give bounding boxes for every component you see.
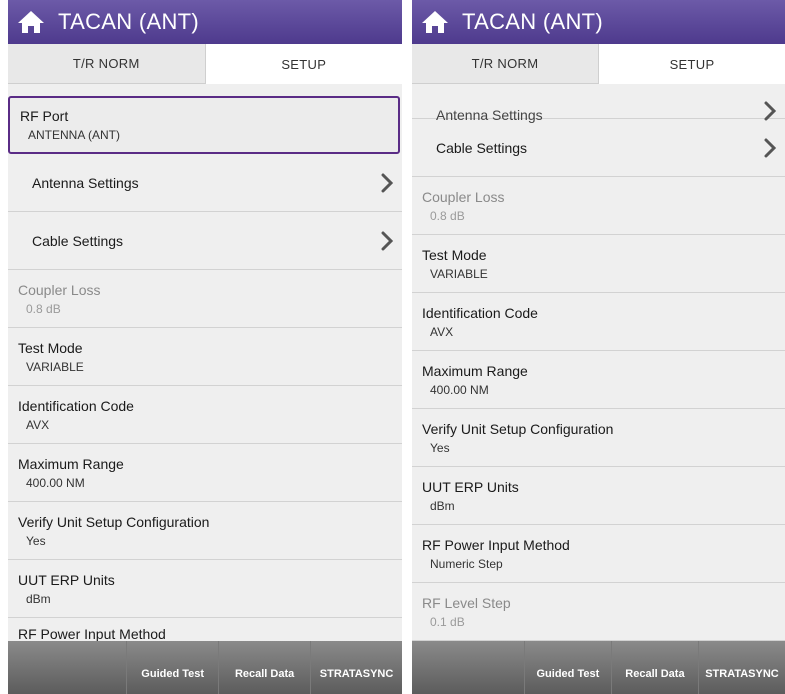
- rf-power-input-method-label: RF Power Input Method: [422, 536, 570, 553]
- test-mode-row[interactable]: Test Mode VARIABLE: [412, 235, 785, 293]
- bottom-bar-spacer: [8, 641, 128, 694]
- tab-bar: T/R NORM SETUP: [8, 44, 402, 84]
- uut-erp-units-row[interactable]: UUT ERP Units dBm: [412, 467, 785, 525]
- antenna-settings-row[interactable]: Antenna Settings: [412, 92, 785, 123]
- home-icon[interactable]: [420, 7, 450, 37]
- test-mode-value: VARIABLE: [26, 359, 84, 374]
- cable-settings-label: Cable Settings: [32, 232, 124, 249]
- maximum-range-label: Maximum Range: [18, 455, 124, 472]
- cable-settings-row[interactable]: Cable Settings: [8, 212, 402, 270]
- test-mode-label: Test Mode: [422, 246, 487, 263]
- tab-setup[interactable]: SETUP: [599, 44, 785, 84]
- maximum-range-value: 400.00 NM: [26, 475, 85, 490]
- tab-bar: T/R NORM SETUP: [412, 44, 785, 84]
- coupler-loss-value: 0.8 dB: [430, 208, 465, 223]
- antenna-settings-row[interactable]: Antenna Settings: [8, 154, 402, 212]
- verify-unit-setup-value: Yes: [430, 440, 450, 455]
- verify-unit-setup-value: Yes: [26, 533, 46, 548]
- coupler-loss-row: Coupler Loss 0.8 dB: [8, 270, 402, 328]
- settings-list[interactable]: RF Port ANTENNA (ANT) Antenna Settings C…: [8, 96, 402, 641]
- rf-port-value: ANTENNA (ANT): [28, 128, 121, 142]
- maximum-range-row[interactable]: Maximum Range 400.00 NM: [8, 444, 402, 502]
- maximum-range-label: Maximum Range: [422, 362, 528, 379]
- rf-level-step-row: RF Level Step 0.1 dB: [412, 583, 785, 641]
- identification-code-label: Identification Code: [422, 304, 538, 321]
- uut-erp-units-row[interactable]: UUT ERP Units dBm: [8, 560, 402, 618]
- rf-power-input-method-label: RF Power Input Method: [18, 626, 166, 641]
- left-screen: TACAN (ANT) T/R NORM SETUP RF Port ANTEN…: [8, 0, 402, 694]
- verify-unit-setup-row[interactable]: Verify Unit Setup Configuration Yes: [412, 409, 785, 467]
- verify-unit-setup-label: Verify Unit Setup Configuration: [422, 420, 614, 437]
- title-bar: TACAN (ANT): [412, 0, 785, 44]
- guided-test-button[interactable]: Guided Test: [127, 641, 220, 694]
- coupler-loss-value: 0.8 dB: [26, 301, 61, 316]
- tab-tr-norm[interactable]: T/R NORM: [412, 44, 599, 84]
- maximum-range-row[interactable]: Maximum Range 400.00 NM: [412, 351, 785, 409]
- cable-settings-label: Cable Settings: [436, 139, 528, 156]
- coupler-loss-label: Coupler Loss: [18, 281, 101, 298]
- test-mode-row[interactable]: Test Mode VARIABLE: [8, 328, 402, 386]
- uut-erp-units-label: UUT ERP Units: [18, 571, 115, 588]
- chevron-right-icon: [381, 231, 394, 250]
- app-title: TACAN (ANT): [462, 9, 603, 34]
- recall-data-button[interactable]: Recall Data: [219, 641, 312, 694]
- stratasync-button[interactable]: STRATASYNC: [699, 641, 785, 694]
- identification-code-value: AVX: [26, 417, 50, 432]
- settings-list[interactable]: Antenna Settings Cable Settings Coupler …: [412, 92, 785, 641]
- maximum-range-value: 400.00 NM: [430, 382, 489, 397]
- verify-unit-setup-row[interactable]: Verify Unit Setup Configuration Yes: [8, 502, 402, 560]
- rf-power-input-method-value: Numeric Step: [430, 556, 503, 571]
- cable-settings-row[interactable]: Cable Settings: [412, 119, 785, 177]
- tab-tr-norm[interactable]: T/R NORM: [8, 44, 206, 84]
- rf-level-step-label: RF Level Step: [422, 594, 511, 611]
- chevron-right-icon: [764, 138, 777, 157]
- rf-level-step-value: 0.1 dB: [430, 614, 465, 629]
- bottom-bar: Guided Test Recall Data STRATASYNC: [8, 641, 402, 694]
- bottom-bar-spacer: [412, 641, 525, 694]
- stratasync-button[interactable]: STRATASYNC: [311, 641, 402, 694]
- app-title: TACAN (ANT): [58, 9, 199, 34]
- identification-code-value: AVX: [430, 324, 454, 339]
- uut-erp-units-value: dBm: [430, 498, 455, 513]
- identification-code-row[interactable]: Identification Code AVX: [412, 293, 785, 351]
- tab-setup[interactable]: SETUP: [205, 44, 402, 84]
- identification-code-row[interactable]: Identification Code AVX: [8, 386, 402, 444]
- recall-data-button[interactable]: Recall Data: [612, 641, 699, 694]
- test-mode-label: Test Mode: [18, 339, 83, 356]
- test-mode-value: VARIABLE: [430, 266, 488, 281]
- verify-unit-setup-label: Verify Unit Setup Configuration: [18, 513, 210, 530]
- identification-code-label: Identification Code: [18, 397, 134, 414]
- bottom-bar: Guided Test Recall Data STRATASYNC: [412, 641, 785, 694]
- chevron-right-icon: [381, 173, 394, 192]
- rf-port-row[interactable]: RF Port ANTENNA (ANT): [8, 96, 400, 154]
- rf-port-label: RF Port: [20, 108, 69, 124]
- uut-erp-units-label: UUT ERP Units: [422, 478, 519, 495]
- coupler-loss-label: Coupler Loss: [422, 188, 505, 205]
- coupler-loss-row: Coupler Loss 0.8 dB: [412, 177, 785, 235]
- home-icon[interactable]: [16, 7, 46, 37]
- rf-power-input-method-row[interactable]: RF Power Input Method: [8, 618, 402, 641]
- uut-erp-units-value: dBm: [26, 591, 51, 606]
- antenna-settings-label: Antenna Settings: [32, 174, 139, 191]
- guided-test-button[interactable]: Guided Test: [525, 641, 612, 694]
- title-bar: TACAN (ANT): [8, 0, 402, 44]
- right-screen: TACAN (ANT) T/R NORM SETUP Antenna Setti…: [412, 0, 785, 694]
- rf-power-input-method-row[interactable]: RF Power Input Method Numeric Step: [412, 525, 785, 583]
